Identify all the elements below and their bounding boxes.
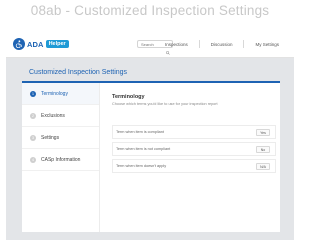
terminology-panel: Terminology Choose which terms you'd lik… <box>112 83 276 232</box>
term-label: Term when item is not compliant <box>116 147 171 151</box>
logo[interactable]: ADA Helper <box>13 38 69 50</box>
sidebar-item-settings[interactable]: 3 Settings <box>22 127 99 149</box>
app-canvas: ADA Helper Inspections Discussion My Set… <box>6 29 294 240</box>
sidebar-item-label: CASp Information <box>41 156 81 163</box>
step-number: 3 <box>30 134 36 141</box>
term-input-not-compliant[interactable] <box>256 146 270 153</box>
term-row-not-compliant: Term when item is not compliant <box>112 142 276 156</box>
sidebar-item-label: Terminology <box>41 90 68 97</box>
term-input-compliant[interactable] <box>256 129 270 136</box>
term-label: Term when item is compliant <box>116 130 164 134</box>
nav-my-settings[interactable]: My Settings <box>244 42 290 47</box>
section-title: Terminology <box>112 94 145 100</box>
sidebar-item-terminology[interactable]: 1 Terminology <box>22 83 99 105</box>
logo-text: ADA <box>27 39 44 49</box>
nav-links: Inspections Discussion My Settings <box>154 39 290 49</box>
wheelchair-icon <box>13 38 25 50</box>
sidebar-item-label: Exclusions <box>41 112 65 119</box>
logo-badge: Helper <box>45 40 69 48</box>
top-nav: ADA Helper Inspections Discussion My Set… <box>6 29 294 58</box>
frame-title: 08ab - Customized Inspection Settings <box>30 3 270 18</box>
step-number: 1 <box>30 90 36 97</box>
term-row-not-applicable: Term when item doesn't apply <box>112 159 276 173</box>
sidebar-item-label: Settings <box>41 134 60 141</box>
step-number: 2 <box>30 112 36 119</box>
nav-inspections[interactable]: Inspections <box>154 42 199 47</box>
settings-card: 1 Terminology 2 Exclusions 3 Settings 4 … <box>22 81 280 232</box>
nav-discussion[interactable]: Discussion <box>200 42 244 47</box>
section-subtitle: Choose which terms you'd like to use for… <box>112 102 218 106</box>
page-title: Customized Inspection Settings <box>29 69 128 76</box>
term-row-compliant: Term when item is compliant <box>112 125 276 139</box>
settings-sidebar: 1 Terminology 2 Exclusions 3 Settings 4 … <box>22 83 100 232</box>
term-input-not-applicable[interactable] <box>256 163 270 170</box>
term-label: Term when item doesn't apply <box>116 164 167 168</box>
sidebar-item-casp-information[interactable]: 4 CASp Information <box>22 149 99 171</box>
step-number: 4 <box>30 156 36 163</box>
sidebar-item-exclusions[interactable]: 2 Exclusions <box>22 105 99 127</box>
